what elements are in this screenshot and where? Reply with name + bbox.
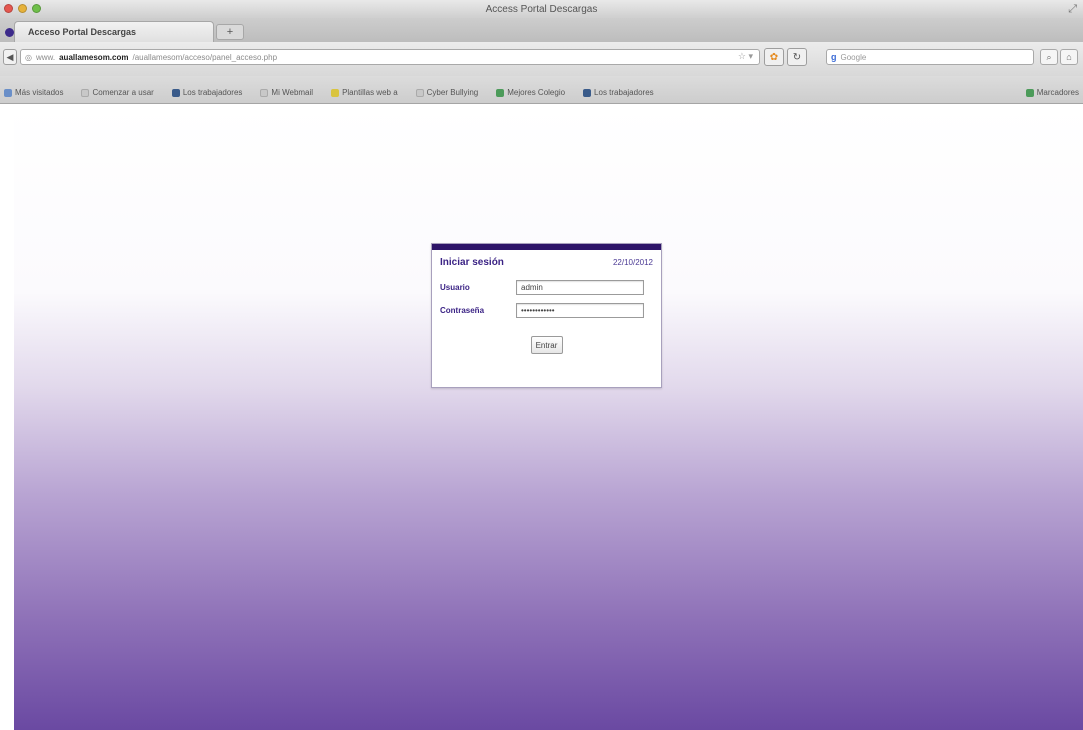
bookmark-label: Plantillas web a: [342, 88, 398, 97]
home-icon[interactable]: ⌂: [1060, 49, 1078, 65]
bookmark-icon: [4, 88, 12, 97]
bookmark-icon: [415, 88, 424, 97]
user-row: Usuario: [432, 280, 661, 295]
bookmark-item[interactable]: Los trabajadores: [583, 88, 654, 97]
password-label: Contraseña: [440, 306, 485, 315]
password-field[interactable]: [516, 303, 644, 318]
login-form: Iniciar sesión 22/10/2012 Usuario Contra…: [431, 243, 662, 388]
bookmark-icon: [260, 88, 269, 97]
bookmark-icon: [496, 88, 505, 97]
bookmark-icon: [171, 88, 180, 97]
bookmark-item[interactable]: Mi Webmail: [260, 88, 313, 97]
submit-button[interactable]: Entrar: [530, 336, 563, 354]
login-date: 22/10/2012: [612, 258, 653, 267]
bookmark-icon: [81, 88, 90, 97]
tab-active[interactable]: Acceso Portal Descargas: [5, 21, 214, 42]
window-titlebar: Access Portal Descargas ⤢: [0, 0, 1083, 18]
url-prefix: www.: [35, 52, 56, 62]
login-header: Iniciar sesión 22/10/2012: [432, 250, 661, 272]
bookmark-label: Más visitados: [15, 88, 64, 97]
address-bar[interactable]: ◎ www. auallamesom.com /auallamesom/acce…: [20, 49, 760, 65]
tab-title: Acceso Portal Descargas: [28, 27, 137, 37]
url-path: /auallamesom/acceso/panel_acceso.php: [132, 52, 278, 62]
bookmark-label: Los trabajadores: [182, 88, 243, 97]
bookmark-item[interactable]: Cyber Bullying: [415, 88, 479, 97]
reload-icon[interactable]: ↻: [787, 48, 807, 66]
url-domain: auallamesom.com: [59, 52, 129, 62]
nav-tools: ✿ ↻: [764, 48, 807, 66]
user-label: Usuario: [440, 283, 470, 292]
search-icon[interactable]: ⌕: [1040, 49, 1058, 65]
login-title: Iniciar sesión: [440, 257, 504, 268]
site-identity-icon: ◎: [25, 52, 32, 62]
addon-icon[interactable]: ✿: [764, 48, 784, 66]
back-arrow-icon: ◀: [6, 51, 14, 62]
bookmark-label: Comenzar a usar: [92, 88, 154, 97]
bookmark-label: Cyber Bullying: [426, 88, 479, 97]
bookmarks-menu-icon: [1025, 88, 1034, 97]
new-tab-button[interactable]: +: [216, 24, 244, 40]
bookmark-icon: [331, 88, 340, 97]
bookmark-star-icon[interactable]: ☆ ▾: [738, 51, 753, 62]
window-title: Access Portal Descargas: [485, 3, 598, 15]
window-controls: [4, 4, 41, 13]
user-field[interactable]: [516, 280, 644, 295]
bookmarks-bar: Más visitados Comenzar a usar Los trabajad…: [0, 76, 1083, 104]
bookmark-item[interactable]: Mejores Colegio: [496, 88, 565, 97]
favicon-icon: [5, 27, 14, 37]
bookmark-item[interactable]: Más visitados: [4, 88, 63, 97]
navigation-bar: ◀ ◎ www. auallamesom.com /auallamesom/ac…: [0, 42, 1083, 76]
tab-strip: Acceso Portal Descargas +: [0, 18, 1083, 42]
close-window-button[interactable]: [4, 4, 13, 13]
bookmarks-menu-label: Marcadores: [1036, 88, 1079, 97]
submit-wrap: Entrar: [432, 336, 661, 354]
minimize-window-button[interactable]: [18, 4, 27, 13]
bookmark-item[interactable]: Los trabajadores: [171, 88, 243, 97]
back-button[interactable]: ◀: [3, 49, 17, 65]
fullscreen-icon[interactable]: ⤢: [1068, 3, 1077, 16]
bookmark-item[interactable]: Comenzar a usar: [81, 88, 154, 97]
bookmark-item[interactable]: Plantillas web a: [331, 88, 398, 97]
bookmark-label: Mi Webmail: [271, 88, 314, 97]
google-icon[interactable]: g: [831, 52, 837, 62]
search-placeholder: Google: [840, 52, 867, 62]
bookmark-label: Los trabajadores: [594, 88, 654, 97]
password-row: Contraseña: [432, 303, 661, 318]
zoom-window-button[interactable]: [32, 4, 41, 13]
bookmark-label: Mejores Colegio: [507, 88, 566, 97]
bookmark-icon: [583, 88, 592, 97]
page-content: Iniciar sesión 22/10/2012 Usuario Contra…: [14, 105, 1083, 730]
search-bar[interactable]: g Google: [826, 49, 1034, 65]
bookmarks-menu[interactable]: Marcadores: [1025, 88, 1079, 97]
